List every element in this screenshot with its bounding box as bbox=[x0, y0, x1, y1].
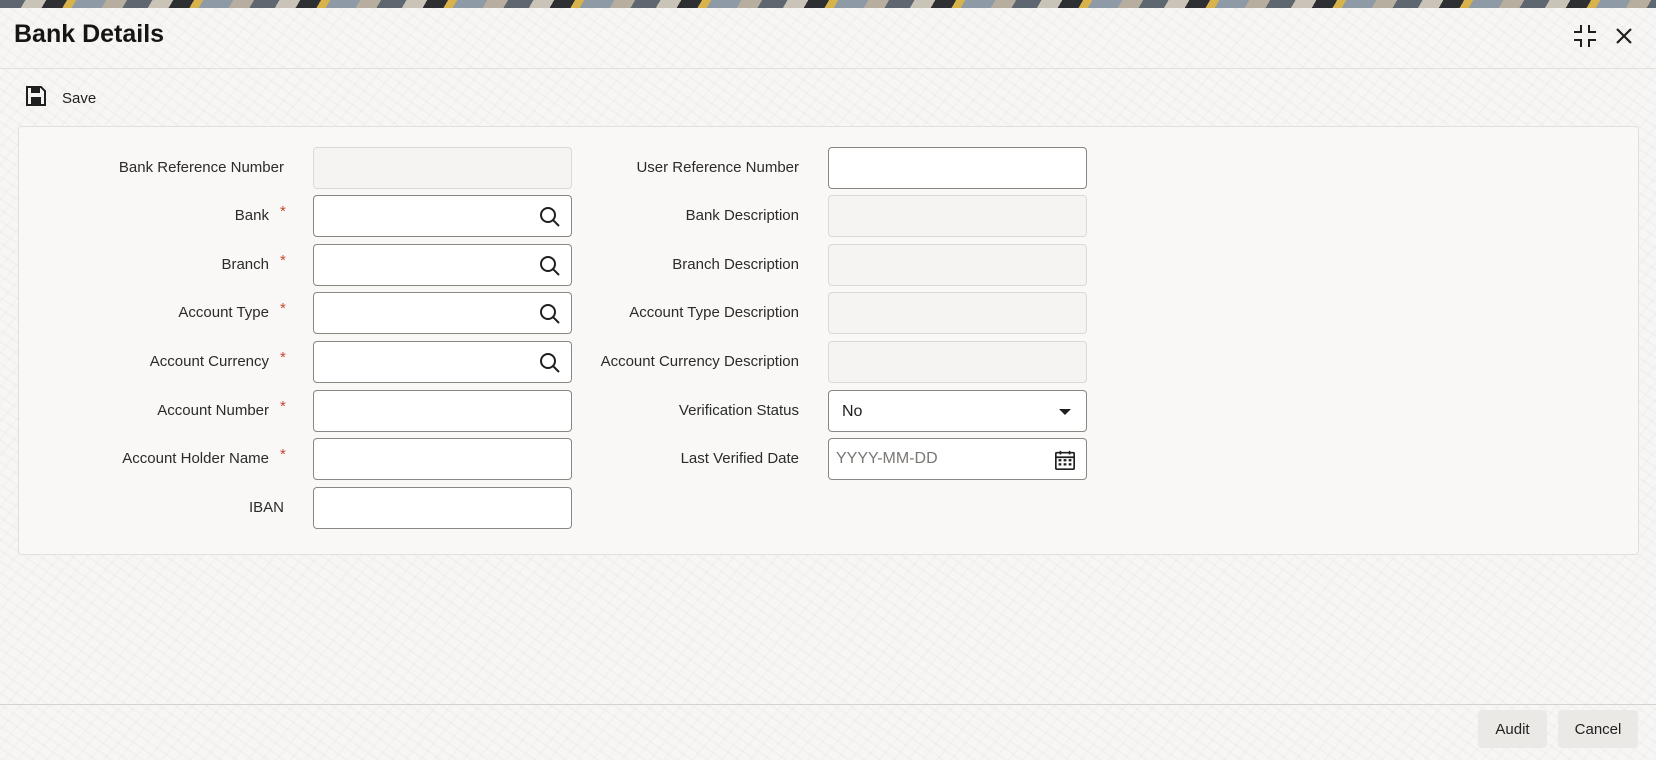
caret-down-icon[interactable] bbox=[1054, 401, 1076, 423]
close-icon[interactable] bbox=[1610, 22, 1638, 50]
account-holder-name-field[interactable] bbox=[313, 438, 572, 480]
decorative-header-strip bbox=[0, 0, 1656, 8]
bank-description-label: Bank Description bbox=[685, 207, 799, 224]
required-marker: * bbox=[280, 300, 286, 317]
branch-description-input bbox=[829, 245, 1086, 285]
required-marker: * bbox=[280, 398, 286, 415]
search-icon[interactable] bbox=[539, 255, 561, 277]
branch-input[interactable] bbox=[314, 245, 571, 285]
iban-label: IBAN bbox=[248, 499, 284, 516]
branch-label: Branch bbox=[221, 256, 269, 273]
bank-description-field bbox=[828, 195, 1087, 237]
account-number-input[interactable] bbox=[314, 391, 571, 431]
page-title: Bank Details bbox=[14, 20, 165, 48]
save-icon bbox=[24, 84, 48, 113]
required-marker: * bbox=[280, 252, 286, 269]
required-marker: * bbox=[280, 203, 286, 220]
iban-field[interactable] bbox=[313, 487, 572, 529]
bank-field[interactable] bbox=[313, 195, 572, 237]
account-holder-name-label: Account Holder Name bbox=[122, 450, 269, 467]
account-type-description-field bbox=[828, 292, 1087, 334]
search-icon[interactable] bbox=[539, 206, 561, 228]
account-currency-description-field bbox=[828, 341, 1087, 383]
bank-reference-number-label: Bank Reference Number bbox=[118, 159, 284, 176]
user-reference-number-field[interactable] bbox=[828, 147, 1087, 189]
verification-status-select[interactable]: No bbox=[828, 390, 1087, 432]
account-type-input[interactable] bbox=[314, 293, 571, 333]
bank-reference-number-field bbox=[313, 147, 572, 189]
verification-status-label: Verification Status bbox=[678, 402, 799, 419]
account-currency-input[interactable] bbox=[314, 342, 571, 382]
bank-description-input bbox=[829, 196, 1086, 236]
bank-reference-number-input bbox=[314, 148, 571, 188]
bank-details-form: Bank Reference Number Bank * Branch * Ac… bbox=[18, 126, 1639, 555]
title-divider bbox=[0, 68, 1656, 69]
minimize-window-icon[interactable] bbox=[1571, 22, 1599, 50]
last-verified-date-input[interactable] bbox=[829, 439, 1086, 479]
user-reference-number-label: User Reference Number bbox=[636, 159, 799, 176]
account-type-description-label: Account Type Description bbox=[629, 304, 799, 321]
branch-description-label: Branch Description bbox=[672, 256, 799, 273]
account-number-label: Account Number bbox=[157, 402, 269, 419]
save-label: Save bbox=[62, 90, 97, 107]
iban-input[interactable] bbox=[314, 488, 571, 528]
branch-description-field bbox=[828, 244, 1087, 286]
account-currency-field[interactable] bbox=[313, 341, 572, 383]
account-number-field[interactable] bbox=[313, 390, 572, 432]
account-type-field[interactable] bbox=[313, 292, 572, 334]
verification-status-value: No bbox=[842, 403, 863, 420]
save-button[interactable]: Save bbox=[24, 84, 96, 113]
search-icon[interactable] bbox=[539, 303, 561, 325]
account-currency-label: Account Currency bbox=[149, 353, 269, 370]
account-currency-description-label: Account Currency Description bbox=[600, 353, 799, 370]
audit-button[interactable]: Audit bbox=[1478, 710, 1547, 748]
user-reference-number-input[interactable] bbox=[829, 148, 1086, 188]
calendar-icon[interactable] bbox=[1054, 449, 1076, 471]
account-holder-name-input[interactable] bbox=[314, 439, 571, 479]
cancel-button[interactable]: Cancel bbox=[1558, 710, 1638, 748]
account-type-description-input bbox=[829, 293, 1086, 333]
required-marker: * bbox=[280, 446, 286, 463]
last-verified-date-label: Last Verified Date bbox=[680, 450, 799, 467]
bank-input[interactable] bbox=[314, 196, 571, 236]
last-verified-date-field[interactable] bbox=[828, 438, 1087, 480]
search-icon[interactable] bbox=[539, 352, 561, 374]
branch-field[interactable] bbox=[313, 244, 572, 286]
footer-divider bbox=[0, 704, 1656, 705]
account-currency-description-input bbox=[829, 342, 1086, 382]
bank-label: Bank bbox=[234, 207, 269, 224]
account-type-label: Account Type bbox=[178, 304, 269, 321]
required-marker: * bbox=[280, 349, 286, 366]
